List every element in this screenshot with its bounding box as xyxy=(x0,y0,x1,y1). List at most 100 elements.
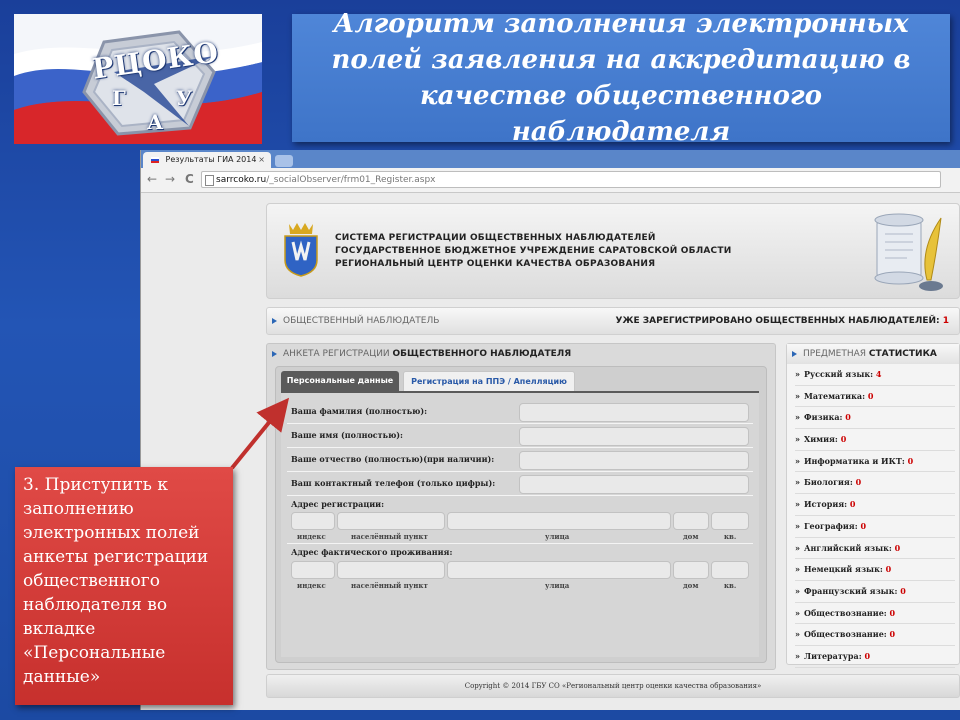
web-page: СИСТЕМА РЕГИСТРАЦИИ ОБЩЕСТВЕННЫХ НАБЛЮДА… xyxy=(141,193,960,710)
bullet-icon xyxy=(272,351,277,357)
header-line: СИСТЕМА РЕГИСТРАЦИИ ОБЩЕСТВЕННЫХ НАБЛЮДА… xyxy=(335,233,656,243)
form-title-part: АНКЕТА РЕГИСТРАЦИИ xyxy=(283,349,393,359)
stat-item: » Биология: 0 xyxy=(795,472,955,495)
browser-toolbar: ← → C sarrcoko.ru/_socialObserver/frm01_… xyxy=(141,168,960,193)
registration-address-label: Адрес регистрации: xyxy=(291,499,385,509)
form-panel-header: АНКЕТА РЕГИСТРАЦИИ ОБЩЕСТВЕННОГО НАБЛЮДА… xyxy=(267,344,775,364)
site-header: СИСТЕМА РЕГИСТРАЦИИ ОБЩЕСТВЕННЫХ НАБЛЮДА… xyxy=(266,203,960,299)
name-input[interactable] xyxy=(519,427,749,446)
stat-subject: Русский язык: xyxy=(804,369,874,379)
fact-index-input[interactable] xyxy=(291,561,335,579)
tab-ppe-registration[interactable]: Регистрация на ППЭ / Апелляцию xyxy=(403,371,575,393)
reg-street-input[interactable] xyxy=(447,512,671,530)
reg-flat-label: кв. xyxy=(724,532,737,541)
fact-street-input[interactable] xyxy=(447,561,671,579)
stat-count: 0 xyxy=(885,564,892,575)
back-icon[interactable]: ← xyxy=(147,172,157,186)
browser-tab[interactable]: Результаты ГИА 2014 × xyxy=(143,152,271,168)
bullet-icon: » xyxy=(795,369,800,379)
fact-street-label: улица xyxy=(545,581,570,590)
reg-index-label: индекс xyxy=(297,532,326,541)
stats-title-part: ПРЕДМЕТНАЯ xyxy=(803,349,869,359)
field-row-patronymic: Ваше отчество (полностью)(при наличии): xyxy=(287,449,753,472)
logo-letter: Г xyxy=(112,86,126,110)
tab-close-icon[interactable]: × xyxy=(258,152,265,168)
site-header-text: СИСТЕМА РЕГИСТРАЦИИ ОБЩЕСТВЕННЫХ НАБЛЮДА… xyxy=(335,232,731,271)
phone-label: Ваш контактный телефон (только цифры): xyxy=(291,478,496,488)
bullet-icon: » xyxy=(795,390,800,401)
fact-index-label: индекс xyxy=(297,581,326,590)
address-bar[interactable]: sarrcoko.ru/_socialObserver/frm01_Regist… xyxy=(201,171,941,188)
new-tab-button[interactable] xyxy=(275,155,293,167)
bullet-icon xyxy=(272,318,277,324)
reload-icon[interactable]: C xyxy=(185,172,194,186)
stat-subject: Французский язык: xyxy=(804,585,898,596)
bullet-icon: » xyxy=(795,607,800,618)
surname-input[interactable] xyxy=(519,403,749,422)
tab-personal-data[interactable]: Персональные данные xyxy=(281,371,399,391)
bullet-icon: » xyxy=(795,499,800,510)
reg-locality-label: населённый пункт xyxy=(351,532,428,541)
saratov-crest-icon xyxy=(284,223,318,277)
bullet-icon: » xyxy=(795,585,800,596)
reg-flat-input[interactable] xyxy=(711,512,749,530)
stat-count: 4 xyxy=(875,369,882,379)
bullet-icon: » xyxy=(795,434,800,445)
stat-subject: Информатика и ИКТ: xyxy=(804,455,905,466)
stat-subject: Обществознание: xyxy=(804,607,887,618)
field-row-phone: Ваш контактный телефон (только цифры): xyxy=(287,473,753,496)
stat-count: 0 xyxy=(894,542,901,553)
name-label: Ваше имя (полностью): xyxy=(291,430,404,440)
reg-house-input[interactable] xyxy=(673,512,709,530)
bullet-icon: » xyxy=(795,629,800,640)
stat-subject: Обществознание: xyxy=(804,629,887,640)
stat-subject: География: xyxy=(804,520,858,531)
fact-locality-input[interactable] xyxy=(337,561,445,579)
reg-house-label: дом xyxy=(683,532,699,541)
fact-flat-input[interactable] xyxy=(711,561,749,579)
reg-index-input[interactable] xyxy=(291,512,335,530)
bullet-icon: » xyxy=(795,564,800,575)
instruction-callout: 3. Приступить к заполнению электронных п… xyxy=(15,467,233,705)
callout-text: 3. Приступить к заполнению электронных п… xyxy=(23,475,209,687)
stat-count: 0 xyxy=(864,650,871,661)
favicon-icon xyxy=(151,156,159,163)
phone-input[interactable] xyxy=(519,475,749,494)
page-icon xyxy=(205,175,214,186)
logo-letter: А xyxy=(147,110,164,134)
patronymic-input[interactable] xyxy=(519,451,749,470)
forward-icon[interactable]: → xyxy=(165,172,175,186)
stat-item: » История: 0 xyxy=(795,494,955,516)
stat-item: » География: 0 xyxy=(795,516,955,538)
reg-locality-input[interactable] xyxy=(337,512,445,530)
url-host: sarrcoko.ru xyxy=(216,175,267,185)
stat-count: 0 xyxy=(840,434,847,445)
subject-stats-panel: ПРЕДМЕТНАЯ СТАТИСТИКА » Русский язык: 4 » М… xyxy=(786,343,960,668)
stat-item: » Обществознание: 0 xyxy=(795,603,955,625)
header-line: ГОСУДАРСТВЕННОЕ БЮДЖЕТНОЕ УЧРЕЖДЕНИЕ САР… xyxy=(335,246,732,256)
stats-title: ПРЕДМЕТНАЯ СТАТИСТИКА xyxy=(803,344,937,364)
surname-label: Ваша фамилия (полностью): xyxy=(291,406,428,416)
stat-item: » Химия: 0 xyxy=(795,429,955,451)
stat-item: » Французский язык: 0 xyxy=(795,581,955,603)
field-row-name: Ваше имя (полностью): xyxy=(287,425,753,448)
url-path: /_socialObserver/frm01_Register.aspx xyxy=(266,175,436,185)
form-container: Персональные данные Регистрация на ППЭ /… xyxy=(275,366,767,663)
stat-item: » Физика: 0 xyxy=(795,407,955,430)
fact-house-label: дом xyxy=(683,581,699,590)
bullet-icon: » xyxy=(795,477,800,488)
slide-title: Алгоритм заполнения электронных полей за… xyxy=(331,9,911,147)
stat-count: 0 xyxy=(907,455,914,466)
bullet-icon xyxy=(792,351,797,357)
bullet-icon: » xyxy=(795,455,800,466)
registered-count-label: УЖЕ ЗАРЕГИСТРИРОВАНО ОБЩЕСТВЕННЫХ НАБЛЮД… xyxy=(616,308,950,334)
logo-letter: У xyxy=(176,86,193,110)
fact-house-input[interactable] xyxy=(673,561,709,579)
stat-subject: Математика: xyxy=(804,390,866,401)
stat-count: 0 xyxy=(849,499,856,510)
bar-left-label: ОБЩЕСТВЕННЫЙ НАБЛЮДАТЕЛЬ xyxy=(283,316,440,326)
stat-count: 0 xyxy=(845,412,851,423)
site-footer: Copyright © 2014 ГБУ СО «Региональный це… xyxy=(266,674,960,698)
stat-item: » Информатика и ИКТ: 0 xyxy=(795,451,955,473)
stats-header: ПРЕДМЕТНАЯ СТАТИСТИКА xyxy=(787,344,959,364)
